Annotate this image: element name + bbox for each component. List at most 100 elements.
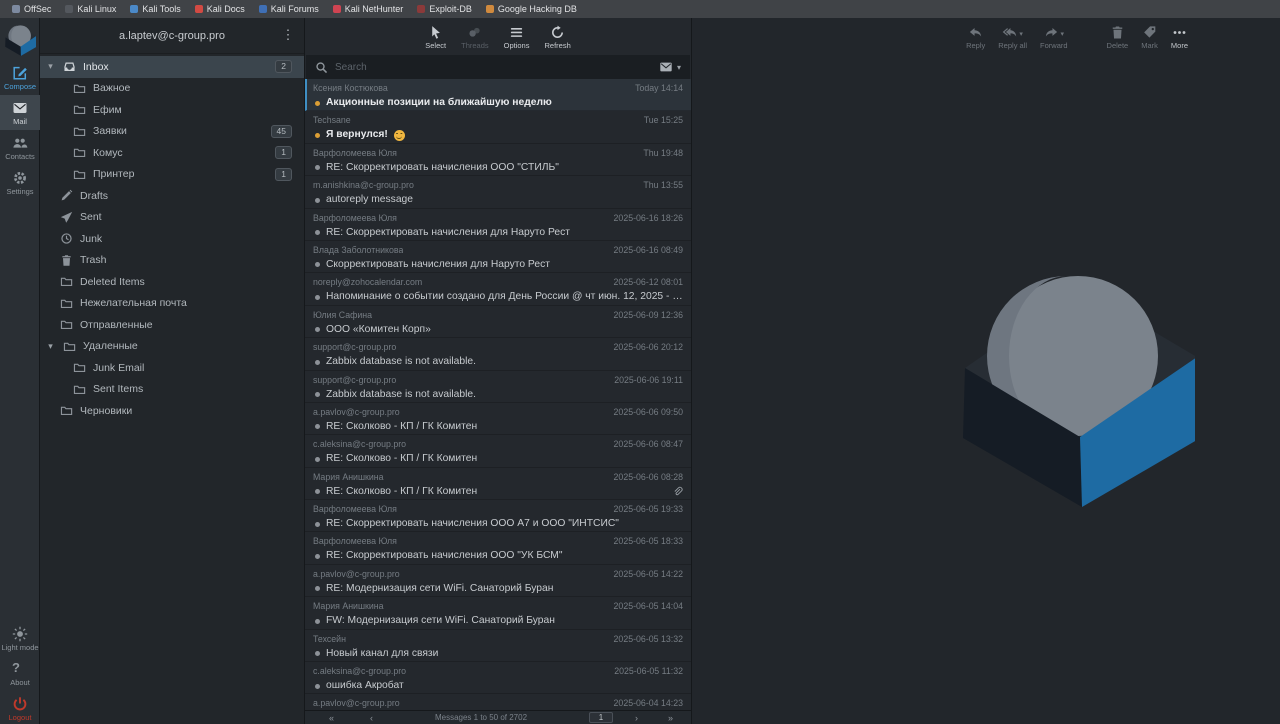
account-email[interactable]: a.laptev@c-group.pro (119, 30, 225, 42)
message-row[interactable]: Влада Заболотникова 2025-06-16 08:49 Ско… (305, 241, 691, 273)
folder-item-n4[interactable]: Комус 1 (40, 142, 304, 164)
message-sender: c.aleksina@c-group.pro (313, 665, 406, 678)
bookmark-favicon (417, 5, 425, 13)
message-row[interactable]: c.aleksina@c-group.pro 2025-06-06 08:47 … (305, 435, 691, 467)
message-row[interactable]: m.anishkina@c-group.pro Thu 13:55 autore… (305, 176, 691, 208)
message-row[interactable]: noreply@zohocalendar.com 2025-06-12 08:0… (305, 273, 691, 305)
folder-item-n1[interactable]: Важное (40, 78, 304, 100)
chevron-down-icon[interactable]: ▾ (45, 61, 56, 72)
folder-item-drafts[interactable]: Drafts (40, 185, 304, 207)
bookmark-google-hacking-db[interactable]: Google Hacking DB (479, 3, 584, 15)
pencil-icon (60, 189, 73, 202)
bookmark-kali-linux[interactable]: Kali Linux (58, 3, 123, 15)
folder-item-junk[interactable]: Junk (40, 228, 304, 250)
folder-item-trash[interactable]: Trash (40, 250, 304, 272)
bookmark-kali-tools[interactable]: Kali Tools (123, 3, 187, 15)
sidebar-item-mail[interactable]: Mail (0, 95, 40, 130)
more-button[interactable]: More (1171, 25, 1188, 50)
page-number-input[interactable]: 1 (589, 712, 613, 723)
message-subject: FW: Модернизация сети WiFi. Санаторий Бу… (326, 613, 555, 629)
bookmark-kali-nethunter[interactable]: Kali NetHunter (326, 3, 411, 15)
message-row[interactable]: Мария Анишкина 2025-06-05 14:04 FW: Моде… (305, 597, 691, 629)
message-row[interactable]: a.pavlov@c-group.pro 2025-06-05 14:22 RE… (305, 565, 691, 597)
message-date: 2025-06-16 18:26 (614, 212, 683, 225)
message-row[interactable]: Варфоломеева Юля 2025-06-05 18:33 RE: Ск… (305, 532, 691, 564)
first-page-button[interactable]: « (329, 712, 334, 724)
folder-item-n11[interactable]: Нежелательная почта (40, 293, 304, 315)
folder-item-inbox[interactable]: ▾ Inbox 2 (40, 56, 304, 78)
sidebar-item-about[interactable]: ? About (0, 656, 40, 691)
message-row[interactable]: Варфоломеева Юля Thu 19:48 RE: Скорректи… (305, 144, 691, 176)
folder-item-sent[interactable]: Sent (40, 207, 304, 229)
message-row[interactable]: Techsane Tue 15:25 Я вернулся! (305, 111, 691, 143)
delete-button[interactable]: Delete (1107, 25, 1129, 50)
refresh-button[interactable]: Refresh (544, 25, 570, 50)
forward-button[interactable]: ▾ Forward (1040, 25, 1068, 50)
message-row[interactable]: support@c-group.pro 2025-06-06 20:12 Zab… (305, 338, 691, 370)
bookmark-favicon (486, 5, 494, 13)
bookmark-offsec[interactable]: OffSec (5, 3, 58, 15)
message-row[interactable]: Юлия Сафина 2025-06-09 12:36 ООО «Комите… (305, 306, 691, 338)
message-date: 2025-06-06 19:11 (614, 374, 683, 387)
folder-icon (73, 168, 86, 181)
folder-count-badge: 2 (275, 60, 292, 73)
sidebar-item-settings[interactable]: Settings (0, 165, 40, 200)
message-row[interactable]: Мария Анишкина 2025-06-06 08:28 RE: Скол… (305, 468, 691, 500)
message-row[interactable]: Техсейн 2025-06-05 13:32 Новый канал для… (305, 630, 691, 662)
chevron-down-icon[interactable]: ▾ (45, 341, 56, 352)
message-view-toolbar: Reply ▾ Reply all ▾ Forward Delete Mark … (692, 18, 1280, 50)
folder-item-junk-email[interactable]: Junk Email (40, 357, 304, 379)
read-indicator (315, 392, 320, 397)
mark-button[interactable]: Mark (1141, 25, 1158, 50)
toolbar-label: Select (425, 41, 446, 50)
message-row[interactable]: Ксения Костюкова Today 14:14 Акционные п… (305, 79, 691, 111)
read-indicator (315, 360, 320, 365)
read-indicator (315, 327, 320, 332)
message-row[interactable]: a.pavlov@c-group.pro 2025-06-04 14:23 (305, 694, 691, 710)
options-button[interactable]: Options (504, 25, 530, 50)
read-indicator (315, 198, 320, 203)
select-button[interactable]: Select (425, 25, 446, 50)
next-page-button[interactable]: › (635, 712, 638, 724)
bookmark-kali-forums[interactable]: Kali Forums (252, 3, 326, 15)
sidebar-item-contacts[interactable]: Contacts (0, 130, 40, 165)
message-row[interactable]: a.pavlov@c-group.pro 2025-06-06 09:50 RE… (305, 403, 691, 435)
bookmark-exploit-db[interactable]: Exploit-DB (410, 3, 479, 15)
message-row[interactable]: Варфоломеева Юля 2025-06-05 19:33 RE: Ск… (305, 500, 691, 532)
folder-item-n2[interactable]: Ефим (40, 99, 304, 121)
snappymail-logo-icon (4, 23, 36, 56)
folder-item-n12[interactable]: Отправленные (40, 314, 304, 336)
account-menu-button[interactable]: ⋮ (281, 27, 295, 43)
folder-item-deleted-items[interactable]: Deleted Items (40, 271, 304, 293)
message-subject: ошибка Акробат (326, 678, 404, 694)
folder-item-n16[interactable]: Черновики (40, 400, 304, 422)
folder-icon (73, 82, 86, 95)
sidebar-item-logout[interactable]: Logout (0, 691, 40, 724)
message-row[interactable]: support@c-group.pro 2025-06-06 19:11 Zab… (305, 371, 691, 403)
message-subject: RE: Модернизация сети WiFi. Санаторий Бу… (326, 581, 553, 597)
search-scope-button[interactable]: ▾ (659, 60, 681, 74)
threads-button[interactable]: Threads (461, 25, 489, 50)
last-page-button[interactable]: » (668, 712, 673, 724)
folder-item-n5[interactable]: Принтер 1 (40, 164, 304, 186)
reply-all-button[interactable]: ▾ Reply all (998, 25, 1027, 50)
folder-item-n13[interactable]: ▾ Удаленные (40, 336, 304, 358)
folder-name: Junk Email (93, 362, 144, 374)
bookmark-kali-docs[interactable]: Kali Docs (188, 3, 252, 15)
toolbar-label: Refresh (544, 41, 570, 50)
smiley-emoji-icon (394, 130, 405, 141)
reply-button[interactable]: Reply (966, 25, 985, 50)
search-input[interactable] (335, 62, 652, 73)
sidebar-item-light-mode[interactable]: Light mode (0, 621, 40, 656)
sidebar-item-compose[interactable]: Compose (0, 60, 40, 95)
read-indicator (315, 262, 320, 267)
nav-rail: Compose Mail Contacts Settings Light mod… (0, 18, 40, 724)
message-row[interactable]: Варфоломеева Юля 2025-06-16 18:26 RE: Ск… (305, 209, 691, 241)
message-row[interactable]: c.aleksina@c-group.pro 2025-06-05 11:32 … (305, 662, 691, 694)
folder-item-n3[interactable]: Заявки 45 (40, 121, 304, 143)
folder-icon (73, 383, 86, 396)
folder-item-sent-items[interactable]: Sent Items (40, 379, 304, 401)
toolbar-label: Forward (1040, 41, 1068, 50)
folder-name: Drafts (80, 190, 108, 202)
read-indicator (315, 619, 320, 624)
